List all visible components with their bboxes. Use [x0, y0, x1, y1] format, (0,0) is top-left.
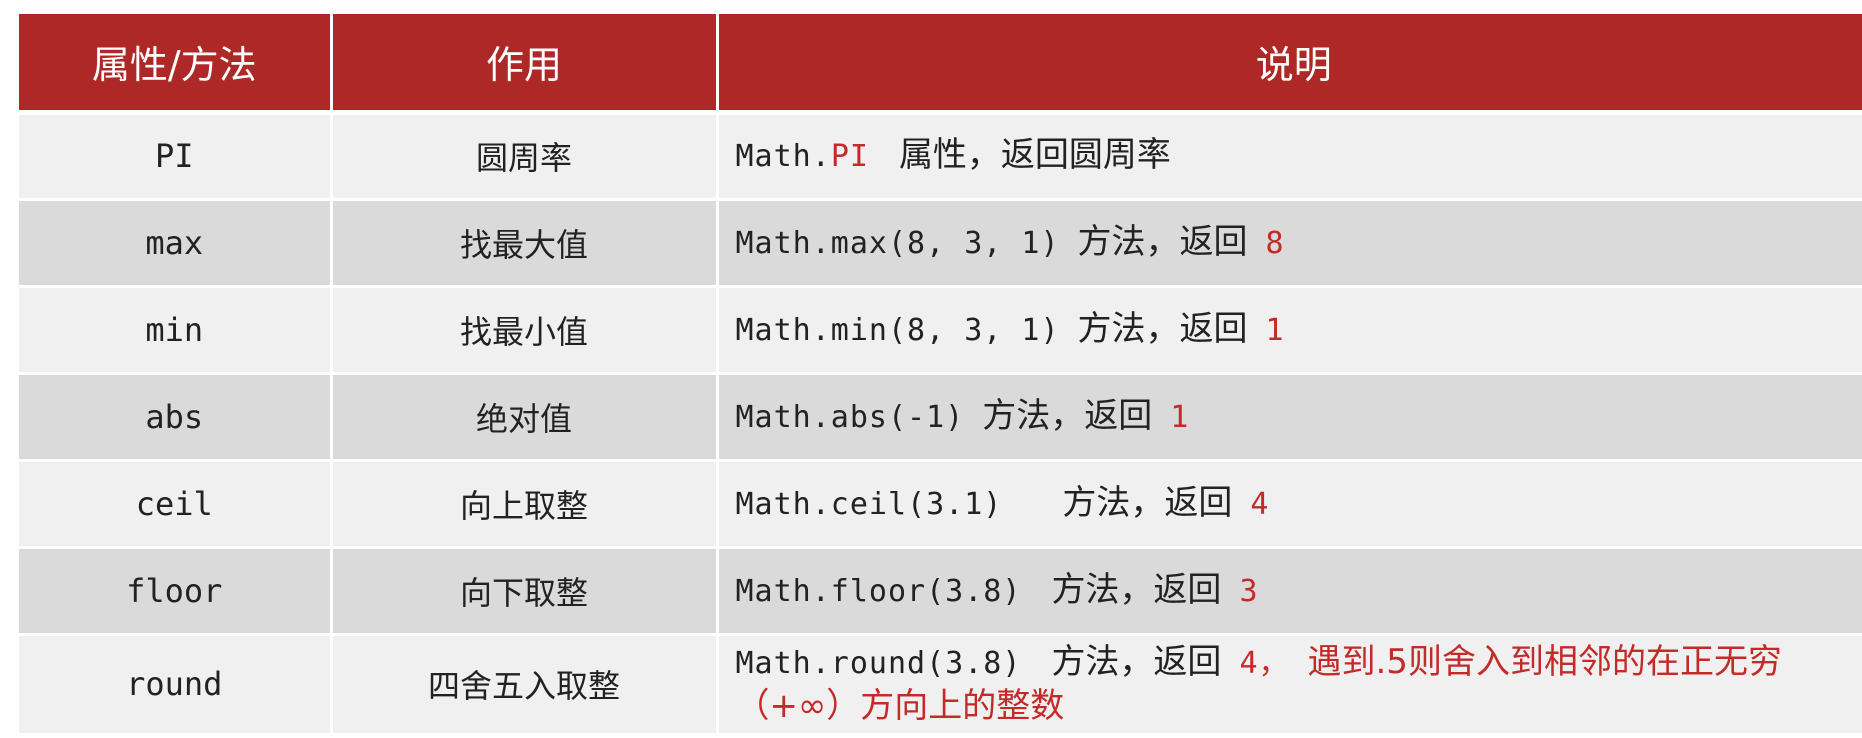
- description-text: 方法，返回: [1077, 221, 1248, 262]
- purpose-cell: 圆周率: [331, 112, 719, 201]
- header-property-method: 属性/方法: [19, 14, 333, 115]
- table-row: ceil 向上取整 Math.ceil(3.1) 方法，返回 4: [19, 460, 1862, 549]
- description-cell: Math.PI 属性，返回圆周率: [717, 112, 1862, 201]
- table-row: PI 圆周率 Math.PI 属性，返回圆周率: [19, 112, 1862, 201]
- return-value: 1: [1170, 399, 1190, 435]
- return-value: 1: [1265, 312, 1285, 348]
- description-text: 属性，返回圆周率: [898, 135, 1171, 175]
- description-cell: Math.ceil(3.1) 方法，返回 4: [717, 460, 1862, 549]
- code-snippet: Math.abs(-1): [735, 399, 965, 435]
- code-snippet: Math.ceil(3.1): [735, 486, 1003, 522]
- method-name: ceil: [19, 460, 333, 549]
- header-description: 说明: [717, 14, 1862, 115]
- code-snippet: Math.: [735, 139, 831, 174]
- code-snippet: Math.min(8, 3, 1): [735, 312, 1060, 348]
- description-cell: Math.min(8, 3, 1) 方法，返回 1: [717, 286, 1862, 375]
- description-cell: Math.abs(-1) 方法，返回 1: [717, 373, 1862, 462]
- purpose-cell: 向上取整: [331, 460, 719, 549]
- description-text: 方法，返回: [982, 395, 1153, 436]
- purpose-cell: 绝对值: [331, 373, 719, 462]
- purpose-cell: 找最小值: [331, 286, 719, 375]
- description-text: 方法，返回: [1077, 308, 1248, 349]
- header-purpose: 作用: [331, 14, 719, 115]
- description-text: 方法，返回: [1051, 642, 1222, 682]
- purpose-cell: 向下取整: [331, 547, 719, 636]
- purpose-cell: 找最大值: [331, 199, 719, 288]
- return-value: 8: [1265, 225, 1285, 261]
- math-methods-table: 属性/方法 作用 说明 PI 圆周率 Math.PI 属性，返回圆周率 max 找…: [19, 14, 1862, 736]
- return-value: 3: [1239, 573, 1259, 609]
- description-cell: Math.floor(3.8) 方法，返回 3: [717, 547, 1862, 636]
- method-name: abs: [19, 373, 333, 462]
- property-name: PI: [19, 112, 333, 201]
- description-text: 方法，返回: [1062, 482, 1233, 523]
- code-highlight: PI: [830, 139, 869, 174]
- return-value: 4，: [1239, 646, 1290, 681]
- table-header-row: 属性/方法 作用 说明: [19, 14, 1862, 115]
- table-row: abs 绝对值 Math.abs(-1) 方法，返回 1: [19, 373, 1862, 462]
- description-cell: Math.round(3.8) 方法，返回 4， 遇到.5则舍入到相邻的在正无穷（+∞…: [717, 634, 1862, 736]
- purpose-cell: 四舍五入取整: [331, 634, 719, 736]
- table-row: floor 向下取整 Math.floor(3.8) 方法，返回 3: [19, 547, 1862, 636]
- description-cell: Math.max(8, 3, 1) 方法，返回 8: [717, 199, 1862, 288]
- return-value: 4: [1250, 486, 1270, 522]
- method-name: min: [19, 286, 333, 375]
- description-text: 方法，返回: [1051, 569, 1222, 610]
- method-name: round: [19, 634, 333, 736]
- table-row: max 找最大值 Math.max(8, 3, 1) 方法，返回 8: [19, 199, 1862, 288]
- method-name: max: [19, 199, 333, 288]
- code-snippet: Math.max(8, 3, 1): [735, 225, 1060, 261]
- table-row: round 四舍五入取整 Math.round(3.8) 方法，返回 4， 遇到.5则…: [19, 634, 1862, 736]
- table-row: min 找最小值 Math.min(8, 3, 1) 方法，返回 1: [19, 286, 1862, 375]
- code-snippet: Math.floor(3.8): [735, 573, 1022, 609]
- method-name: floor: [19, 547, 333, 636]
- code-snippet: Math.round(3.8): [735, 646, 1022, 681]
